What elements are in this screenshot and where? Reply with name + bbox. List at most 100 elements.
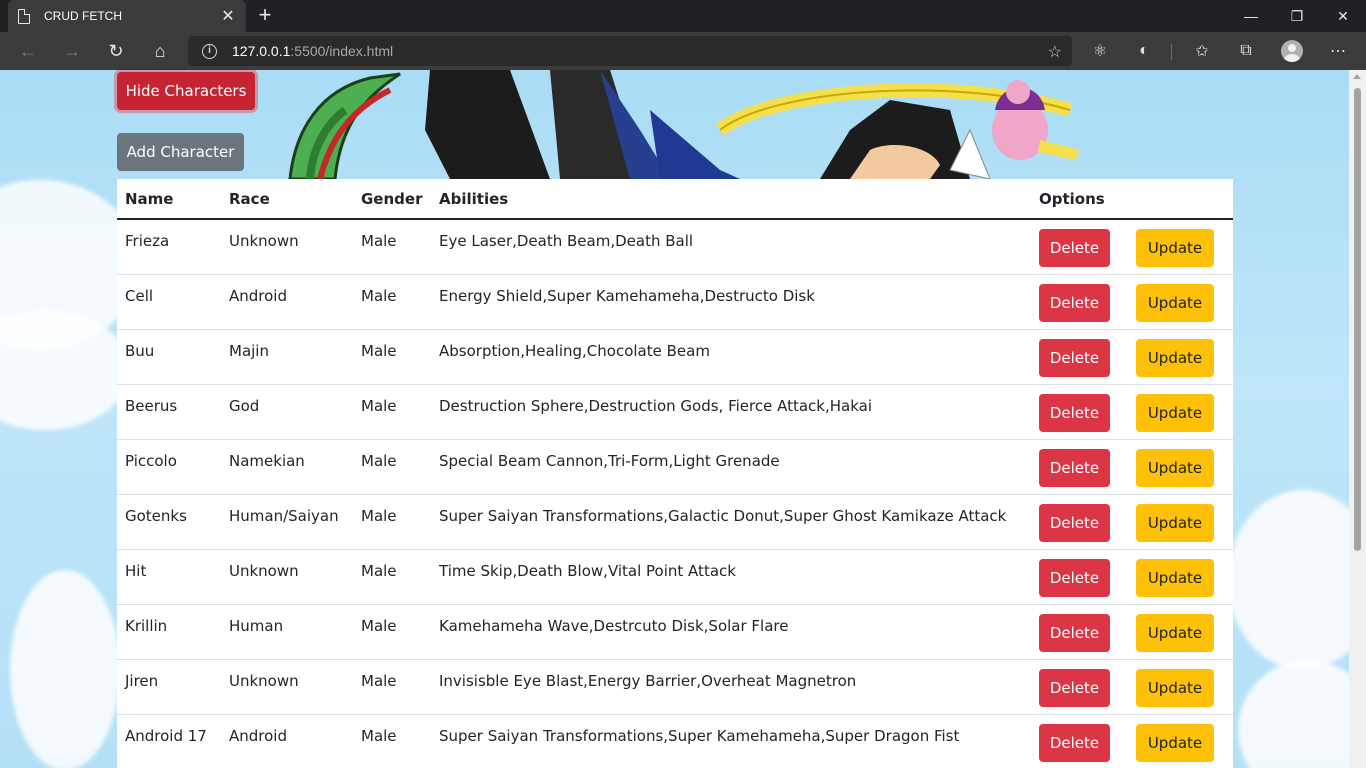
update-button[interactable]: Update xyxy=(1136,668,1214,707)
cell-gender: Male xyxy=(353,548,431,604)
close-window-icon[interactable]: ✕ xyxy=(1320,0,1366,32)
close-tab-icon[interactable]: ✕ xyxy=(220,6,236,26)
home-icon[interactable]: ⌂ xyxy=(145,36,175,66)
table-row: Frieza Unknown Male Eye Laser,Death Beam,De… xyxy=(117,219,1233,274)
cell-name: Hit xyxy=(117,548,221,604)
cell-abilities: Special Beam Cannon,Tri-Form,Light Grena… xyxy=(431,438,1031,494)
delete-button[interactable]: Delete xyxy=(1039,723,1110,762)
toolbar-divider xyxy=(1171,44,1172,60)
address-bar[interactable]: i 127.0.0.1:5500/index.html ☆ xyxy=(188,36,1072,66)
cell-name: Piccolo xyxy=(117,438,221,494)
delete-button[interactable]: Delete xyxy=(1039,558,1110,597)
delete-button[interactable]: Delete xyxy=(1039,229,1110,267)
table-body: Frieza Unknown Male Eye Laser,Death Beam,De… xyxy=(117,219,1233,768)
cell-abilities: Energy Shield,Super Kamehameha,Destructo… xyxy=(431,273,1031,329)
update-button[interactable]: Update xyxy=(1136,558,1214,597)
table-row: Cell Android Male Energy Shield,Super Kameh… xyxy=(117,273,1233,329)
cell-gender: Male xyxy=(353,328,431,384)
cell-name: Android 17 xyxy=(117,713,221,768)
update-button[interactable]: Update xyxy=(1136,503,1214,542)
table-row: Krillin Human Male Kamehameha Wave,Destrcut… xyxy=(117,603,1233,659)
add-favorite-icon[interactable]: ☆ xyxy=(1048,42,1062,62)
info-icon[interactable]: i xyxy=(202,44,217,59)
cell-options: Delete Update xyxy=(1031,438,1233,494)
page-icon xyxy=(18,8,30,24)
profile-avatar[interactable] xyxy=(1277,36,1307,66)
cell-race: Human xyxy=(221,603,353,659)
cell-name: Jiren xyxy=(117,658,221,714)
browser-tab[interactable]: CRUD FETCH ✕ xyxy=(8,0,246,32)
update-button[interactable]: Update xyxy=(1136,338,1214,377)
new-tab-icon[interactable]: + xyxy=(254,4,276,26)
collections-icon[interactable]: ⧉ xyxy=(1231,36,1261,66)
update-button[interactable]: Update xyxy=(1136,723,1214,762)
table-row: Piccolo Namekian Male Special Beam Cannon,T… xyxy=(117,438,1233,494)
cell-abilities: Time Skip,Death Blow,Vital Point Attack xyxy=(431,548,1031,604)
cloud-decoration xyxy=(0,310,130,430)
vertical-scrollbar[interactable] xyxy=(1349,70,1366,768)
cell-gender: Male xyxy=(353,603,431,659)
cell-race: Android xyxy=(221,713,353,768)
cell-race: Majin xyxy=(221,328,353,384)
browser-toolbar: ← → ↻ ⌂ i 127.0.0.1:5500/index.html ☆ ⚛ … xyxy=(0,32,1366,70)
column-header-gender: Gender xyxy=(353,179,431,220)
table-row: Hit Unknown Male Time Skip,Death Blow,Vital… xyxy=(117,548,1233,604)
cell-gender: Male xyxy=(353,273,431,329)
column-header-race: Race xyxy=(221,179,353,220)
refresh-icon[interactable]: ↻ xyxy=(101,36,131,66)
cell-gender: Male xyxy=(353,713,431,768)
scroll-thumb[interactable] xyxy=(1354,88,1361,551)
cell-name: Beerus xyxy=(117,383,221,439)
header-artwork xyxy=(288,70,1080,179)
delete-button[interactable]: Delete xyxy=(1039,338,1110,377)
update-button[interactable]: Update xyxy=(1136,448,1214,487)
url-text: 127.0.0.1:5500/index.html xyxy=(232,43,394,59)
cell-options: Delete Update xyxy=(1031,548,1233,604)
cell-gender: Male xyxy=(353,438,431,494)
cell-options: Delete Update xyxy=(1031,658,1233,714)
favorites-icon[interactable]: ✩ xyxy=(1187,36,1217,66)
cell-abilities: Eye Laser,Death Beam,Death Ball xyxy=(439,232,694,250)
cell-name: Cell xyxy=(117,273,221,329)
add-character-button[interactable]: Add Character xyxy=(117,133,244,171)
update-button[interactable]: Update xyxy=(1136,283,1214,322)
cell-race: Unknown xyxy=(221,548,353,604)
react-devtools-icon[interactable]: ⚛ xyxy=(1085,36,1115,66)
scroll-up-icon[interactable] xyxy=(1353,74,1361,79)
delete-button[interactable]: Delete xyxy=(1039,668,1110,707)
more-menu-icon[interactable]: ⋯ xyxy=(1323,36,1353,66)
restore-icon[interactable]: ❐ xyxy=(1274,0,1320,32)
cell-abilities: Absorption,Healing,Chocolate Beam xyxy=(431,328,1031,384)
cell-race: God xyxy=(221,383,353,439)
extension-icon[interactable]: ◐ xyxy=(1129,36,1159,66)
delete-button[interactable]: Delete xyxy=(1039,283,1110,322)
table-row: Jiren Unknown Male Invisisble Eye Blast,Ene… xyxy=(117,658,1233,714)
delete-button[interactable]: Delete xyxy=(1039,613,1110,652)
forward-icon[interactable]: → xyxy=(57,36,87,66)
cell-abilities: Super Saiyan Transformations,Super Kameh… xyxy=(431,713,1031,768)
hide-characters-button[interactable]: Hide Characters xyxy=(117,72,255,110)
table-header-row: Name Race Gender Abilities Options xyxy=(117,179,1233,220)
table-row: Beerus God Male Destruction Sphere,Destruct… xyxy=(117,383,1233,439)
cell-options: Delete Update xyxy=(1031,219,1233,274)
back-icon[interactable]: ← xyxy=(13,36,43,66)
update-button[interactable]: Update xyxy=(1136,393,1214,432)
cell-race: Namekian xyxy=(221,438,353,494)
cell-gender: Male xyxy=(361,232,397,250)
delete-button[interactable]: Delete xyxy=(1039,393,1110,432)
minimize-icon[interactable]: — xyxy=(1228,0,1274,32)
cell-options: Delete Update xyxy=(1031,328,1233,384)
update-button[interactable]: Update xyxy=(1136,229,1214,267)
cell-gender: Male xyxy=(353,658,431,714)
cell-abilities: Invisisble Eye Blast,Energy Barrier,Over… xyxy=(431,658,1031,714)
column-header-name: Name xyxy=(117,179,221,220)
update-button[interactable]: Update xyxy=(1136,613,1214,652)
cell-race: Unknown xyxy=(229,232,299,250)
cloud-decoration xyxy=(1238,660,1349,768)
tab-title: CRUD FETCH xyxy=(44,9,122,23)
column-header-options: Options xyxy=(1031,179,1233,220)
delete-button[interactable]: Delete xyxy=(1039,448,1110,487)
cell-name: Buu xyxy=(117,328,221,384)
cell-name: Gotenks xyxy=(117,493,221,549)
delete-button[interactable]: Delete xyxy=(1039,503,1110,542)
